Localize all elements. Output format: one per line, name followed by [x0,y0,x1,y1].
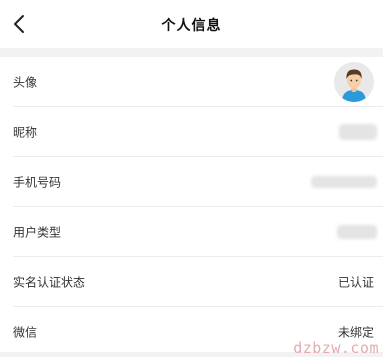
row-avatar[interactable]: 头像 [13,57,383,107]
personal-info-screen: 个人信息 头像 昵称 手机号码 用户类型 实名认证状态 已认证 微信 未绑定 d… [0,0,383,357]
page-title: 个人信息 [161,18,222,34]
watermark: dzbzw.com [293,339,379,357]
avatar-male-icon [334,61,374,102]
row-user-type[interactable]: 用户类型 [13,207,383,257]
user-type-value-blurred [337,224,377,239]
row-nickname[interactable]: 昵称 [13,107,383,157]
phone-value-blurred [311,175,377,188]
row-label-phone: 手机号码 [13,175,62,189]
nickname-value-blurred [339,123,377,140]
verification-status-value: 已认证 [337,275,374,289]
avatar[interactable] [334,61,374,102]
wechat-status-value: 未绑定 [337,325,374,339]
section-divider [0,48,383,57]
row-label-nickname: 昵称 [13,125,38,139]
row-phone[interactable]: 手机号码 [13,157,383,207]
row-verification-status[interactable]: 实名认证状态 已认证 [13,257,383,307]
info-list: 头像 昵称 手机号码 用户类型 实名认证状态 已认证 微信 未绑定 [0,57,383,356]
row-label-verification: 实名认证状态 [13,275,86,289]
row-label-wechat: 微信 [13,325,38,339]
row-label-avatar: 头像 [13,75,38,89]
navigation-bar: 个人信息 [0,0,383,48]
row-label-user-type: 用户类型 [13,225,62,239]
